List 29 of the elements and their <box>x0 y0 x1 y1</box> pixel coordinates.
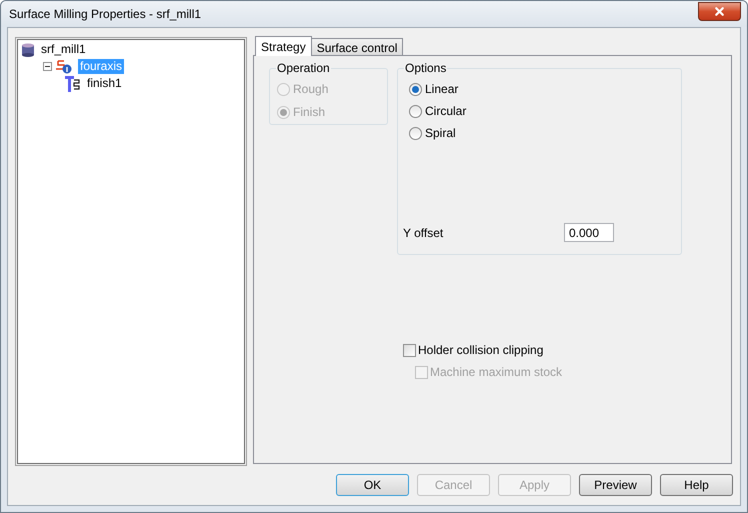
checkbox-label: Machine maximum stock <box>430 364 562 381</box>
radio-label: Finish <box>293 104 326 121</box>
tab[interactable]: Surface control <box>310 38 404 55</box>
dialog-button[interactable]: Preview <box>579 474 652 496</box>
close-icon <box>713 4 726 18</box>
window-title: Surface Milling Properties - srf_mill1 <box>9 6 202 23</box>
group-title: Operation <box>276 61 331 75</box>
tree-item[interactable]: srf_mill1 <box>39 42 88 57</box>
checkbox[interactable] <box>403 344 416 356</box>
close-button[interactable] <box>698 2 741 20</box>
radio-label: Circular <box>425 103 466 120</box>
tool-icon <box>65 76 81 92</box>
field-label: Y offset <box>403 224 444 242</box>
radio-label: Spiral <box>425 125 456 142</box>
radio-button[interactable] <box>409 82 422 96</box>
y-offset-field[interactable]: 0.000 <box>564 223 614 242</box>
radio-button[interactable] <box>409 104 422 118</box>
operation-icon <box>56 58 74 74</box>
tree-item[interactable]: finish1 <box>85 76 124 91</box>
database-icon <box>21 42 35 56</box>
radio-label: Linear <box>425 81 458 98</box>
group-title: Options <box>404 61 448 75</box>
dialog-button[interactable]: OK <box>336 474 409 496</box>
collapse-toggle[interactable] <box>43 62 52 71</box>
checkbox-label: Holder collision clipping <box>418 342 544 359</box>
dialog-button[interactable]: Help <box>660 474 733 496</box>
tab[interactable]: Strategy <box>255 36 312 56</box>
radio-label: Rough <box>293 81 328 98</box>
radio-button[interactable] <box>409 126 422 140</box>
